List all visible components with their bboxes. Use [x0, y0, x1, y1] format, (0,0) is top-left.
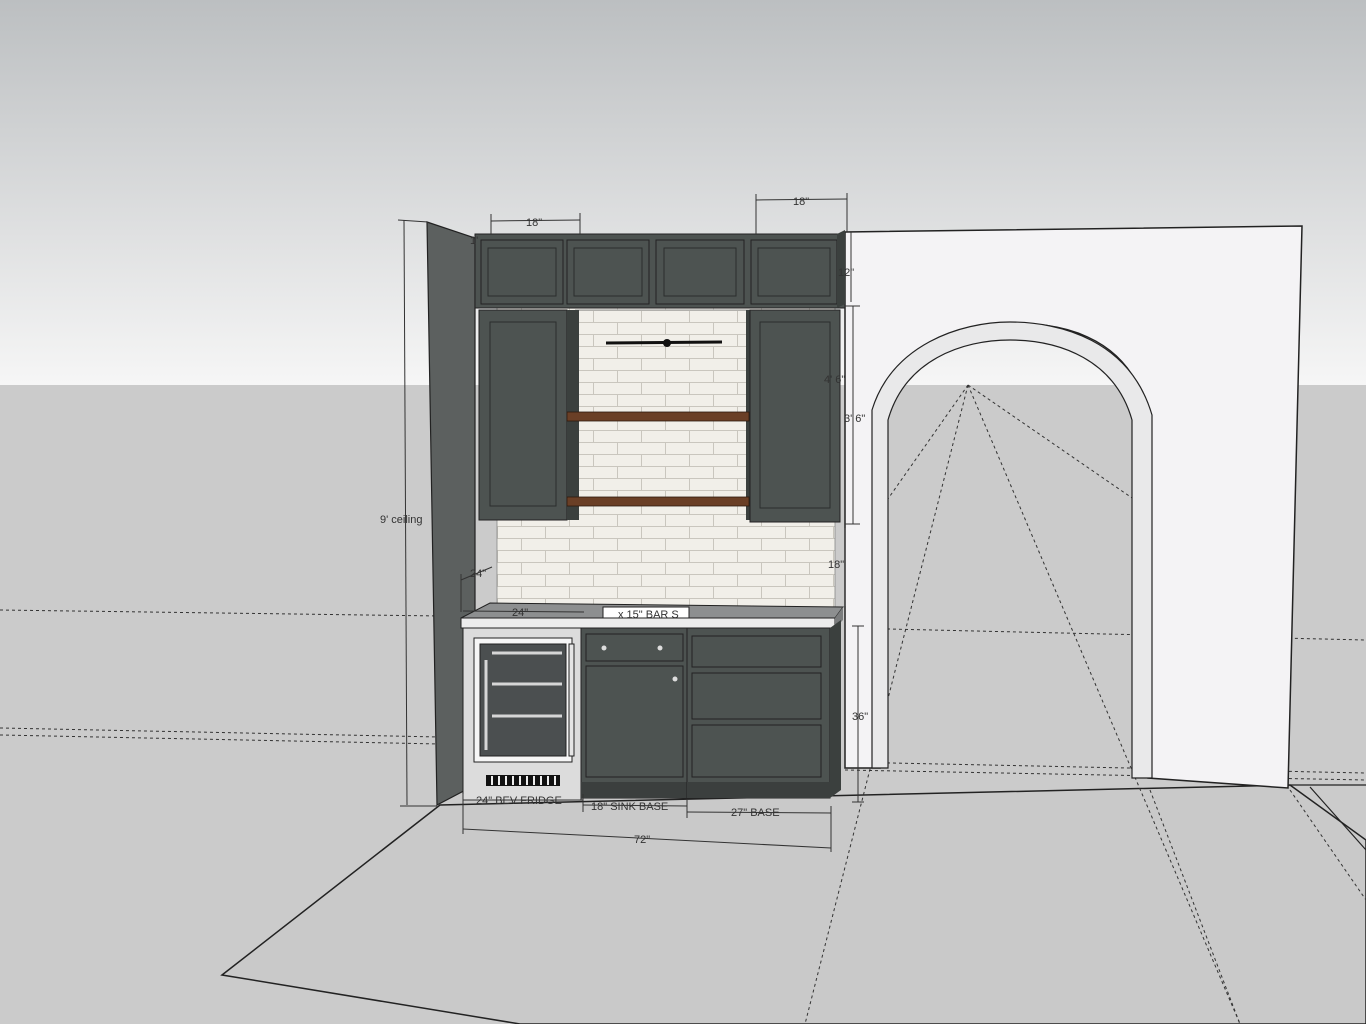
drawer-base-toe-kick [687, 782, 830, 798]
label-counter-width: 24" [512, 607, 528, 619]
label-tall-height-b: 3' 6" [844, 413, 865, 425]
label-upper-height: 12" [838, 267, 854, 279]
fridge-glass [479, 643, 567, 757]
tall-cabinet-left-door[interactable] [478, 309, 568, 521]
label-fridge: 24" BEV FRIDGE [476, 795, 562, 807]
tall-cabinet-left [478, 309, 579, 521]
tall-cabinet-right [746, 309, 841, 523]
sink-base-cabinet [580, 627, 688, 799]
shelf-upper [566, 411, 750, 422]
sink-base-toe-kick [581, 782, 687, 798]
label-tall-height-a: 4' 6" [824, 374, 845, 386]
label-sink-base: 18" SINK BASE [591, 801, 668, 813]
drawer-bottom[interactable] [691, 724, 822, 778]
shelf-lower [566, 496, 750, 507]
sink-base-door[interactable] [585, 665, 684, 778]
drawer-base-side [830, 620, 841, 798]
label-base-27: 27" BASE [731, 807, 780, 819]
sketchup-scene: 9' ceiling 1' 18" 18" 12" 4' 6" 3' 6" 18… [0, 0, 1366, 1024]
label-base-height: 36" [852, 711, 868, 723]
label-ceiling: 9' ceiling [380, 514, 422, 526]
fridge-handle[interactable] [568, 643, 575, 757]
upper-door-1[interactable] [480, 239, 564, 305]
upper-door-3[interactable] [655, 239, 745, 305]
upper-door-4[interactable] [750, 239, 838, 305]
label-upper-width-right: 18" [793, 196, 809, 208]
upper-door-2[interactable] [566, 239, 650, 305]
light-bar-center [663, 339, 671, 347]
sink-base-drawer[interactable] [585, 633, 684, 662]
drawer-top[interactable] [691, 635, 822, 668]
drawer-knob-icon-2 [657, 645, 663, 651]
drawer-middle[interactable] [691, 672, 822, 720]
drawer-knob-icon [601, 645, 607, 651]
label-backsplash-height: 18" [828, 559, 844, 571]
drawer-base-cabinet [686, 620, 841, 799]
label-upper-width-left: 18" [526, 217, 542, 229]
label-total: 72" [634, 834, 650, 846]
tall-cabinet-right-door[interactable] [749, 309, 841, 523]
label-counter-depth: 24" [470, 568, 486, 580]
door-knob-icon [672, 676, 678, 682]
label-corner-mark: 1' [470, 235, 478, 247]
upper-cabinets [474, 230, 846, 309]
wine-fridge-icon [462, 627, 582, 801]
label-sink: x 15" BAR S [618, 609, 679, 621]
